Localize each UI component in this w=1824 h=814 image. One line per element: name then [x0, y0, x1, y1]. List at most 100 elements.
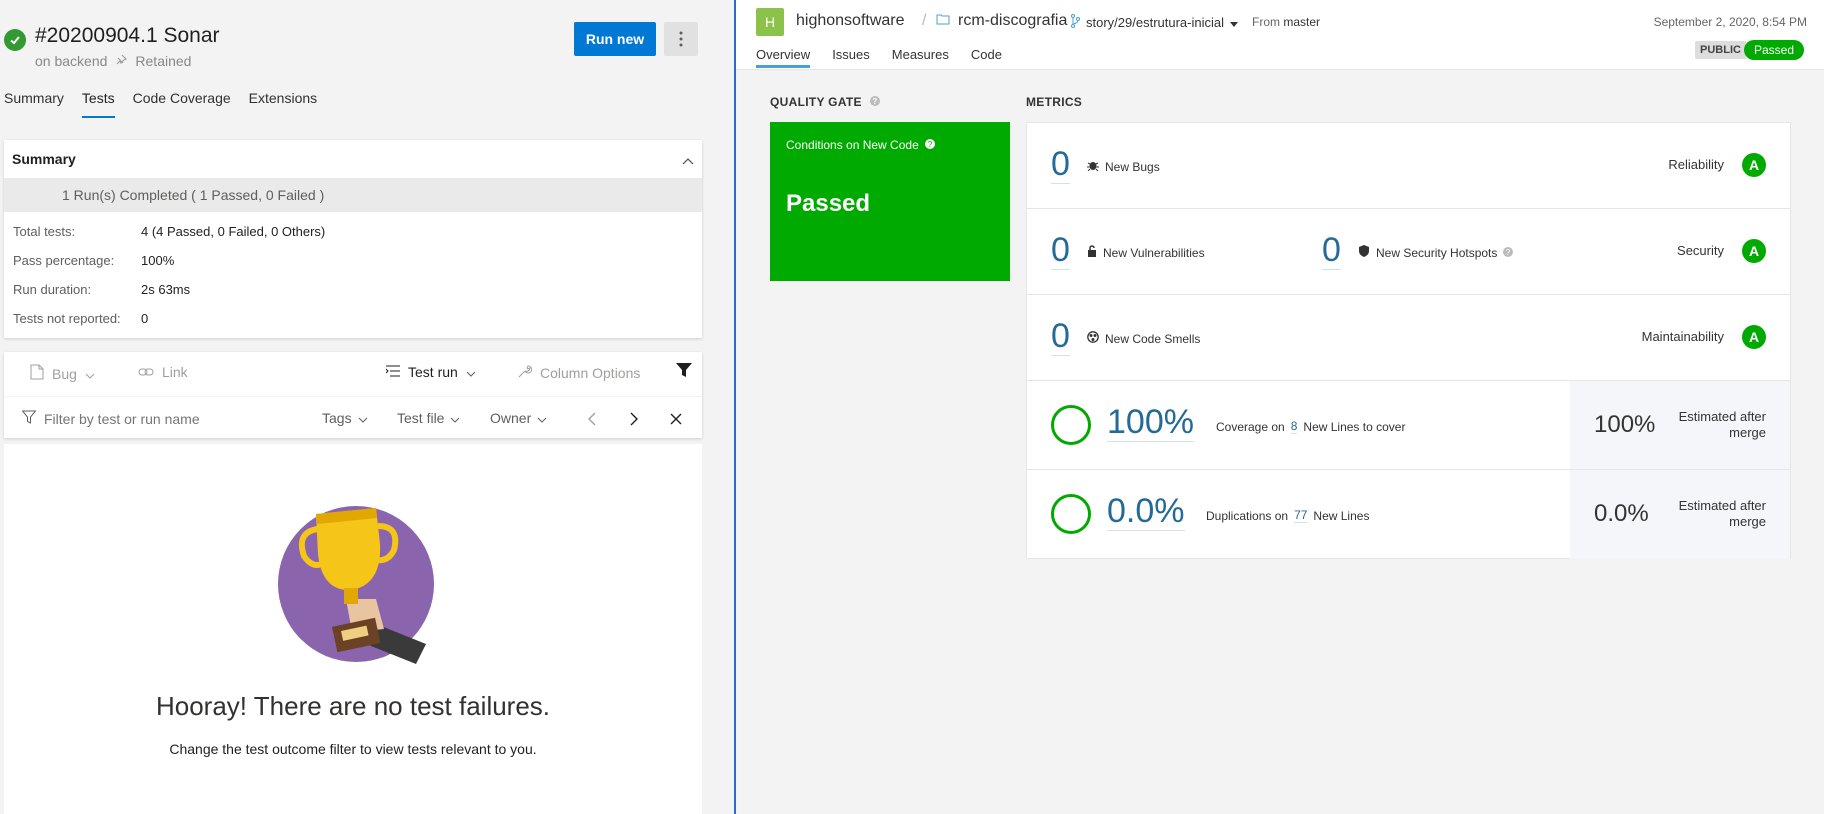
branch-name: story/29/estrutura-inicial	[1086, 15, 1224, 30]
security-rating[interactable]: A	[1742, 239, 1766, 263]
column-options-button[interactable]: Column Options	[518, 364, 640, 381]
owner-dropdown[interactable]: Owner	[490, 410, 547, 426]
org-name-link[interactable]: highonsoftware	[796, 12, 905, 30]
duplications-value[interactable]: 0.0%	[1107, 492, 1185, 531]
branch-selector[interactable]: story/29/estrutura-inicial	[1070, 14, 1238, 31]
duplications-lines-link[interactable]: 77	[1294, 508, 1308, 523]
passed-badge: Passed	[1743, 40, 1804, 60]
coverage-lines-link[interactable]: 8	[1290, 419, 1298, 434]
column-options-label: Column Options	[540, 364, 641, 381]
bug-label: Bug	[52, 365, 77, 382]
chevron-down-icon	[466, 364, 476, 380]
conditions-text: Conditions on New Code	[786, 138, 919, 152]
tab-tests[interactable]: Tests	[81, 90, 115, 118]
chevron-left-icon[interactable]	[580, 407, 604, 431]
test-file-dropdown[interactable]: Test file	[397, 410, 460, 426]
link-button[interactable]: Link	[138, 364, 188, 380]
build-panel: #20200904.1 Sonar on backend Retained Ru…	[0, 0, 734, 814]
summary-card: Summary 1 Run(s) Completed ( 1 Passed, 0…	[4, 140, 702, 338]
bug-icon	[1087, 159, 1099, 174]
from-branch-name: master	[1283, 15, 1321, 29]
new-vulnerabilities-text: New Vulnerabilities	[1103, 245, 1205, 260]
more-options-icon[interactable]	[664, 22, 698, 56]
tab-extensions[interactable]: Extensions	[249, 90, 317, 118]
test-run-label: Test run	[408, 364, 458, 380]
runs-completed-bar: 1 Run(s) Completed ( 1 Passed, 0 Failed …	[4, 178, 702, 212]
close-icon[interactable]	[664, 407, 688, 431]
new-hotspots-value[interactable]: 0	[1322, 231, 1341, 270]
wrench-icon	[518, 364, 533, 381]
filter-input[interactable]	[44, 410, 244, 427]
svg-text:?: ?	[1506, 248, 1511, 257]
tab-issues[interactable]: Issues	[832, 47, 870, 68]
trophy-illustration	[278, 506, 434, 664]
tab-code[interactable]: Code	[971, 47, 1002, 68]
chevron-right-icon[interactable]	[622, 407, 646, 431]
new-hotspots-label: New Security Hotspots ?	[1358, 245, 1514, 260]
tags-dropdown[interactable]: Tags	[322, 410, 368, 426]
duplications-donut	[1051, 494, 1091, 534]
chevron-down-icon	[358, 410, 368, 426]
stat-row: Total tests: 4 (4 Passed, 0 Failed, 0 Oth…	[13, 224, 702, 253]
stat-value: 100%	[141, 253, 175, 268]
new-bugs-value[interactable]: 0	[1051, 145, 1070, 184]
build-title: #20200904.1 Sonar	[35, 24, 220, 47]
new-bugs-label: New Bugs	[1087, 159, 1160, 174]
new-code-smells-text: New Code Smells	[1105, 331, 1201, 346]
svg-text:?: ?	[872, 97, 877, 106]
folder-icon	[936, 12, 950, 30]
maintainability-label: Maintainability	[1641, 329, 1724, 344]
empty-state-subtitle: Change the test outcome filter to view t…	[169, 741, 537, 757]
lock-icon	[1087, 245, 1097, 260]
new-code-smells-value[interactable]: 0	[1051, 317, 1070, 356]
coverage-estimate: 100% Estimated after merge	[1570, 381, 1790, 469]
org-avatar[interactable]: H	[756, 8, 784, 36]
coverage-prefix: Coverage on	[1216, 419, 1285, 434]
stat-value: 2s 63ms	[141, 282, 191, 297]
code-smell-icon	[1087, 331, 1099, 346]
svg-text:?: ?	[928, 140, 933, 149]
metrics-panel: 0 New Bugs Reliability A 0 New Vulnerabi…	[1026, 122, 1791, 559]
tab-summary[interactable]: Summary	[4, 90, 64, 118]
new-hotspots-text: New Security Hotspots	[1376, 245, 1498, 260]
shield-icon	[1358, 245, 1370, 260]
metrics-title: METRICS	[1026, 95, 1083, 109]
chevron-up-icon[interactable]	[682, 152, 694, 168]
bug-button[interactable]: Bug	[30, 364, 95, 383]
quality-gate-box: Conditions on New Code ? Passed	[770, 122, 1010, 281]
duplications-row: 0.0% Duplications on 77 New Lines 0.0% E…	[1027, 470, 1790, 559]
sonar-panel: H highonsoftware / rcm-discografia story…	[736, 0, 1824, 814]
security-row: 0 New Vulnerabilities 0 New Security Hot…	[1027, 209, 1790, 295]
branch-icon	[1070, 14, 1080, 31]
build-subtitle: on backend Retained	[35, 53, 191, 69]
coverage-estimated-label: Estimated after merge	[1678, 409, 1766, 440]
bug-doc-icon	[30, 364, 44, 383]
filter-box[interactable]	[21, 410, 244, 427]
reliability-rating[interactable]: A	[1742, 153, 1766, 177]
filter-icon	[21, 410, 37, 427]
duplications-prefix: Duplications on	[1206, 508, 1289, 523]
stat-row: Run duration: 2s 63ms	[13, 282, 702, 311]
stat-value: 4 (4 Passed, 0 Failed, 0 Others)	[141, 224, 326, 239]
list-icon	[385, 364, 400, 380]
help-icon[interactable]: ?	[1503, 246, 1514, 260]
summary-header[interactable]: Summary	[4, 140, 702, 178]
tab-overview[interactable]: Overview	[756, 47, 811, 68]
filter-funnel-icon[interactable]	[676, 362, 692, 378]
pin-icon	[115, 53, 128, 69]
coverage-value[interactable]: 100%	[1107, 403, 1194, 442]
project-link[interactable]: rcm-discografia	[936, 12, 1067, 30]
quality-gate-label: QUALITY GATE	[770, 95, 862, 109]
test-run-dropdown[interactable]: Test run	[385, 364, 476, 380]
reliability-label: Reliability	[1668, 157, 1724, 172]
tab-code-coverage[interactable]: Code Coverage	[133, 90, 231, 118]
maintainability-rating[interactable]: A	[1742, 325, 1766, 349]
help-icon[interactable]: ?	[869, 95, 880, 109]
help-icon[interactable]: ?	[924, 138, 935, 152]
new-vulnerabilities-value[interactable]: 0	[1051, 231, 1070, 270]
from-label: From	[1252, 15, 1280, 29]
tab-measures[interactable]: Measures	[892, 47, 949, 68]
caret-down-icon	[1230, 15, 1238, 30]
run-new-button[interactable]: Run new	[574, 22, 656, 56]
retained-label: Retained	[135, 53, 192, 69]
